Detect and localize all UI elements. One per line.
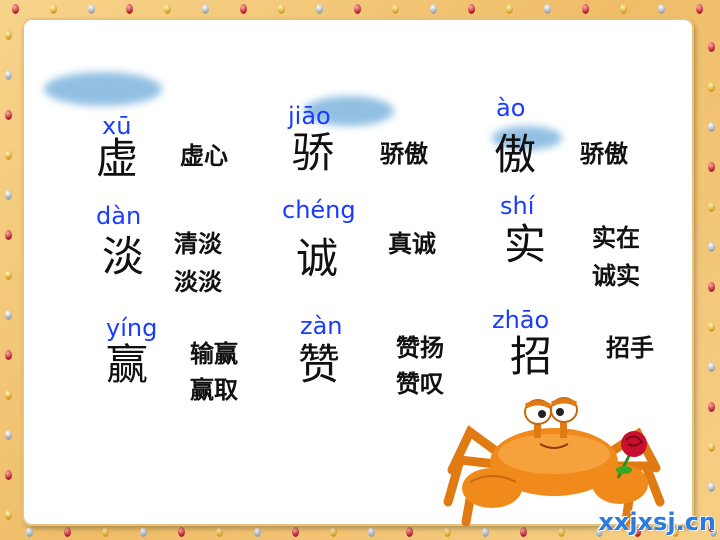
frame-gem-decoration (5, 190, 12, 200)
card-word: 输赢 (190, 340, 238, 368)
card-word: 骄傲 (580, 140, 628, 168)
card-character: 赢 (106, 340, 149, 389)
frame-gem-decoration (520, 527, 527, 537)
frame-gem-decoration (444, 527, 451, 537)
frame-gem-decoration (708, 42, 715, 52)
frame-gem-decoration (708, 402, 715, 412)
frame-gem-decoration (482, 527, 489, 537)
card-character: 虚 (96, 134, 139, 183)
frame-gem-decoration (392, 4, 399, 14)
card-pinyin: dàn (96, 202, 142, 230)
frame-gem-decoration (658, 4, 665, 14)
frame-gem-decoration (164, 4, 171, 14)
card-word: 骄傲 (380, 140, 428, 168)
frame-gem-decoration (5, 470, 12, 480)
card-word: 淡淡 (174, 268, 222, 296)
card-character: 诚 (296, 234, 339, 283)
frame-gem-decoration (102, 527, 109, 537)
card-word: 赞扬 (396, 334, 444, 362)
frame-gem-decoration (5, 430, 12, 440)
card-character: 赞 (298, 340, 341, 389)
card-pinyin: yíng (106, 314, 158, 342)
frame-gem-decoration (558, 527, 565, 537)
frame-gem-decoration (708, 442, 715, 452)
frame-gem-decoration (708, 162, 715, 172)
card-character: 招 (510, 332, 553, 381)
frame-gem-decoration (544, 4, 551, 14)
frame-gem-decoration (406, 527, 413, 537)
frame-gem-decoration (216, 527, 223, 537)
frame-gem-decoration (5, 70, 12, 80)
frame-gem-decoration (5, 150, 12, 160)
frame-gem-decoration (126, 4, 133, 14)
frame-gem-decoration (316, 4, 323, 14)
card-pinyin: zhāo (492, 306, 550, 334)
frame-gem-decoration (708, 482, 715, 492)
card-pinyin: zàn (300, 312, 343, 340)
frame-gem-decoration (5, 350, 12, 360)
card-character: 傲 (494, 130, 537, 179)
frame-gem-decoration (292, 527, 299, 537)
frame-gem-decoration (708, 242, 715, 252)
frame-gem-decoration (708, 362, 715, 372)
card-pinyin: shí (500, 192, 535, 220)
card-word: 真诚 (388, 230, 436, 258)
card-character: 淡 (102, 232, 145, 281)
frame-gem-decoration (5, 110, 12, 120)
frame-gem-decoration (12, 4, 19, 14)
frame-gem-decoration (620, 4, 627, 14)
frame-gem-decoration (5, 310, 12, 320)
card-pinyin: ào (496, 94, 526, 122)
frame-gem-decoration (278, 4, 285, 14)
frame-gem-decoration (240, 4, 247, 14)
frame-gem-decoration (178, 527, 185, 537)
frame-gem-decoration (26, 527, 33, 537)
card-word: 招手 (606, 334, 654, 362)
frame-gem-decoration (50, 4, 57, 14)
frame-gem-decoration (88, 4, 95, 14)
frame-gem-decoration (202, 4, 209, 14)
card-character: 骄 (292, 128, 335, 177)
frame-gem-decoration (708, 282, 715, 292)
card-word: 诚实 (592, 262, 640, 290)
frame-gem-decoration (708, 82, 715, 92)
frame-gem-decoration (5, 270, 12, 280)
frame-gem-decoration (354, 4, 361, 14)
card-pinyin: jiāo (288, 102, 331, 130)
watermark: xxjxsj.cn (598, 508, 716, 536)
card-word: 虚心 (180, 142, 228, 170)
frame-gem-decoration (468, 4, 475, 14)
frame-gem-decoration (5, 30, 12, 40)
card-word: 赢取 (190, 376, 238, 404)
frame-gem-decoration (368, 527, 375, 537)
frame-gem-decoration (5, 230, 12, 240)
frame-gem-decoration (64, 527, 71, 537)
frame-gem-decoration (5, 510, 12, 520)
frame-gem-decoration (708, 322, 715, 332)
frame-gem-decoration (506, 4, 513, 14)
frame-gem-decoration (5, 390, 12, 400)
frame-gem-decoration (430, 4, 437, 14)
frame-gem-decoration (582, 4, 589, 14)
card-pinyin: chéng (282, 196, 356, 224)
frame-gem-decoration (140, 527, 147, 537)
cloud-decoration (44, 72, 162, 106)
content-board: xū 虚 虚心 jiāo 骄 骄傲 ào 傲 骄傲 dàn 淡 清淡 淡淡 ch… (22, 18, 694, 526)
frame-gem-decoration (708, 202, 715, 212)
crab-illustration (443, 397, 665, 526)
frame-gem-decoration (330, 527, 337, 537)
frame-gem-decoration (254, 527, 261, 537)
card-word: 实在 (592, 224, 640, 252)
card-character: 实 (504, 220, 547, 269)
frame-gem-decoration (708, 122, 715, 132)
frame-gem-decoration (696, 4, 703, 14)
card-word: 清淡 (174, 230, 222, 258)
